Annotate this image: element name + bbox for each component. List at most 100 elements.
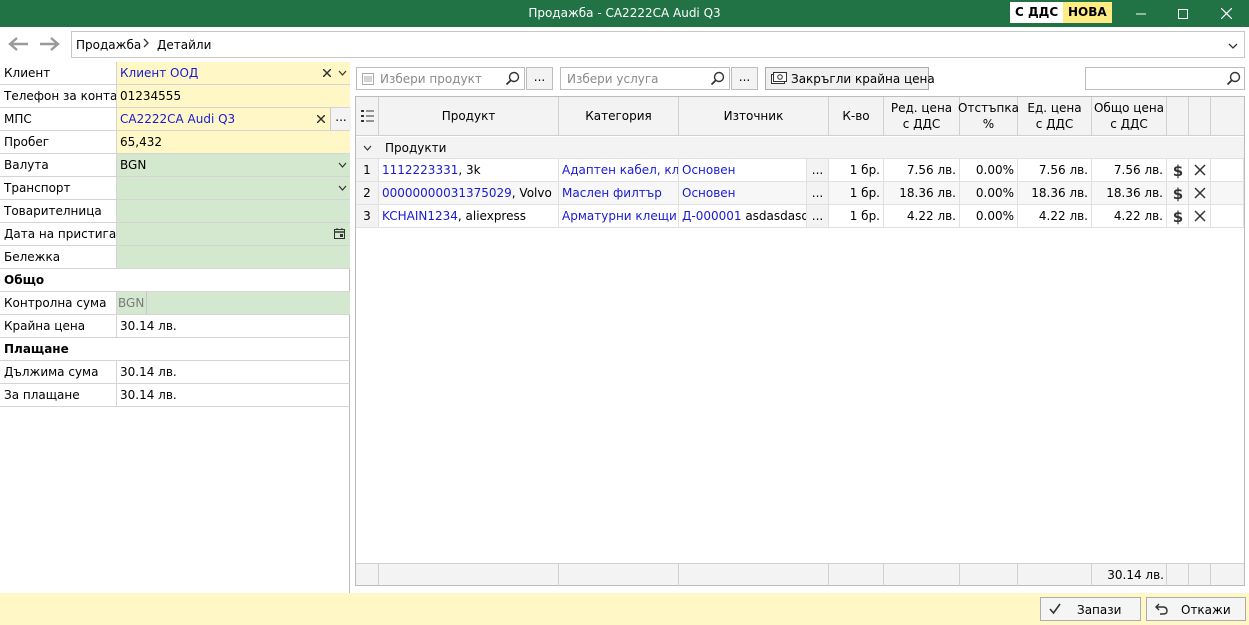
arrival-label: Дата на пристигане bbox=[4, 227, 132, 241]
header-discount[interactable]: Отстъпка% bbox=[958, 97, 1019, 136]
header-blank-3 bbox=[1211, 97, 1244, 136]
search-icon[interactable] bbox=[505, 71, 520, 86]
due-row: Дължима сума 30.14 лв. bbox=[0, 361, 350, 384]
header-discount-line2: % bbox=[982, 117, 995, 131]
header-product[interactable]: Продукт bbox=[379, 97, 559, 136]
table-row[interactable]: 11112223331, 3kАдаптен кабел, кла...Осно… bbox=[356, 159, 1244, 182]
dollar-icon: $ bbox=[1173, 162, 1183, 180]
product-cell[interactable]: KCHAIN1234, aliexpress bbox=[379, 205, 559, 228]
mileage-field[interactable]: 65,432 bbox=[116, 131, 350, 153]
breadcrumb-dropdown-icon[interactable] bbox=[1228, 39, 1238, 53]
service-search-input[interactable]: Избери услуга bbox=[560, 67, 730, 90]
qty-cell[interactable]: 1 бр. bbox=[829, 182, 884, 205]
product-code-link[interactable]: 00000000031375029 bbox=[382, 186, 512, 200]
mileage-label: Пробег bbox=[4, 135, 50, 149]
source-link[interactable]: Д-000001 bbox=[682, 209, 742, 223]
product-desc: , aliexpress bbox=[457, 209, 526, 223]
grid-search-input[interactable] bbox=[1085, 67, 1245, 90]
header-category[interactable]: Категория bbox=[559, 97, 679, 136]
vehicle-row: МПС CA2222CA Audi Q3 ... bbox=[0, 108, 351, 131]
close-window-button[interactable] bbox=[1203, 0, 1249, 27]
service-browse-button[interactable]: ... bbox=[731, 67, 758, 90]
header-unit-price-line2: с ДДС bbox=[902, 117, 941, 131]
mileage-value: 65,432 bbox=[120, 135, 162, 149]
remove-row-button[interactable] bbox=[1189, 159, 1211, 182]
price-history-button[interactable]: $ bbox=[1167, 182, 1189, 205]
round-price-button[interactable]: Закръгли крайна цена bbox=[765, 67, 935, 90]
save-button[interactable]: Запази bbox=[1040, 597, 1141, 621]
search-icon[interactable] bbox=[710, 71, 725, 86]
clear-icon[interactable] bbox=[323, 69, 331, 77]
transport-select[interactable] bbox=[116, 177, 350, 199]
note-field[interactable] bbox=[116, 246, 350, 268]
total-cell: 4.22 лв. bbox=[1092, 205, 1167, 228]
client-field[interactable]: Клиент ООД bbox=[116, 62, 350, 84]
waybill-field[interactable] bbox=[116, 200, 350, 222]
chevron-down-icon[interactable] bbox=[338, 185, 347, 191]
cancel-button[interactable]: Откажи bbox=[1146, 597, 1246, 621]
table-row[interactable]: 2 00000000031375029, Volvo Маслен филтър Ос… bbox=[356, 182, 1244, 205]
vehicle-label: МПС bbox=[4, 112, 32, 126]
client-label: Клиент bbox=[4, 66, 51, 80]
clear-icon[interactable] bbox=[317, 115, 325, 123]
price-history-button[interactable]: $ bbox=[1167, 159, 1189, 182]
header-source[interactable]: Източник bbox=[679, 97, 829, 136]
row-browse-button[interactable]: ... bbox=[807, 205, 829, 228]
source-cell[interactable]: Основен bbox=[679, 159, 807, 182]
header-total[interactable]: Общо цена с ДДС bbox=[1092, 97, 1167, 136]
product-cell[interactable]: 1112223331, 3k bbox=[379, 159, 559, 182]
chevron-down-icon[interactable] bbox=[363, 145, 372, 151]
chevron-down-icon[interactable] bbox=[338, 70, 347, 76]
currency-value: BGN bbox=[120, 158, 147, 172]
category-cell[interactable]: Адаптен кабел, кла... bbox=[559, 159, 679, 182]
breadcrumb-root[interactable]: Продажба bbox=[76, 38, 141, 52]
topay-label: За плащане bbox=[4, 388, 80, 402]
product-code-link[interactable]: KCHAIN1234 bbox=[382, 209, 458, 223]
source-cell[interactable]: Д-000001 asdasdasd bbox=[679, 205, 807, 228]
unit-price-cell: 18.36 лв. bbox=[884, 182, 960, 205]
maximize-button[interactable] bbox=[1160, 0, 1206, 27]
header-unit-price[interactable]: Ред. цена с ДДС bbox=[884, 97, 960, 136]
header-total-line2: с ДДС bbox=[1110, 117, 1148, 131]
chevron-down-icon[interactable] bbox=[338, 162, 347, 168]
source-link[interactable]: Основен bbox=[682, 186, 736, 200]
product-code-link[interactable]: 1112223331 bbox=[382, 163, 458, 177]
product-cell[interactable]: 00000000031375029, Volvo bbox=[379, 182, 559, 205]
vehicle-browse-button[interactable]: ... bbox=[330, 108, 351, 130]
forward-button[interactable] bbox=[36, 32, 62, 56]
search-icon[interactable] bbox=[1226, 71, 1241, 86]
source-cell[interactable]: Основен bbox=[679, 182, 807, 205]
remove-row-button[interactable] bbox=[1189, 182, 1211, 205]
table-row[interactable]: 3 KCHAIN1234, aliexpress Арматурни клещи Д-… bbox=[356, 205, 1244, 228]
vehicle-field[interactable]: CA2222CA Audi Q3 ... bbox=[116, 108, 351, 130]
source-link[interactable]: Основен bbox=[682, 163, 736, 177]
header-qty[interactable]: К-во bbox=[829, 97, 884, 136]
row-number: 3 bbox=[356, 205, 379, 228]
row-browse-button[interactable]: ... bbox=[807, 182, 829, 205]
breadcrumb-separator-icon bbox=[142, 37, 150, 52]
header-unit[interactable]: Ед. цена с ДДС bbox=[1018, 97, 1092, 136]
product-search-input[interactable]: Избери продукт bbox=[356, 67, 525, 90]
category-cell[interactable]: Арматурни клещи bbox=[559, 205, 679, 228]
minimize-button[interactable] bbox=[1118, 0, 1164, 27]
qty-cell[interactable]: 1 бр. bbox=[829, 205, 884, 228]
calendar-icon[interactable] bbox=[334, 228, 345, 239]
remove-row-button[interactable] bbox=[1189, 205, 1211, 228]
back-button[interactable] bbox=[6, 32, 32, 56]
product-desc: , 3k bbox=[458, 163, 481, 177]
currency-select[interactable]: BGN bbox=[116, 154, 350, 176]
checksum-field[interactable]: BGN bbox=[116, 292, 350, 314]
category-cell[interactable]: Маслен филтър bbox=[559, 182, 679, 205]
payment-section-title: Плащане bbox=[4, 342, 69, 356]
product-search-placeholder: Избери продукт bbox=[380, 72, 482, 86]
group-row[interactable]: Продукти bbox=[356, 137, 1244, 159]
phone-field[interactable]: 01234555 bbox=[116, 85, 350, 107]
client-value[interactable]: Клиент ООД bbox=[120, 66, 198, 80]
row-browse-button[interactable]: ... bbox=[807, 159, 829, 182]
arrival-date-field[interactable] bbox=[116, 223, 350, 245]
price-history-button[interactable]: $ bbox=[1167, 205, 1189, 228]
column-chooser-button[interactable] bbox=[356, 97, 379, 136]
qty-cell[interactable]: 1 бр. bbox=[829, 159, 884, 182]
vehicle-value[interactable]: CA2222CA Audi Q3 bbox=[120, 112, 235, 126]
product-browse-button[interactable]: ... bbox=[526, 67, 553, 90]
